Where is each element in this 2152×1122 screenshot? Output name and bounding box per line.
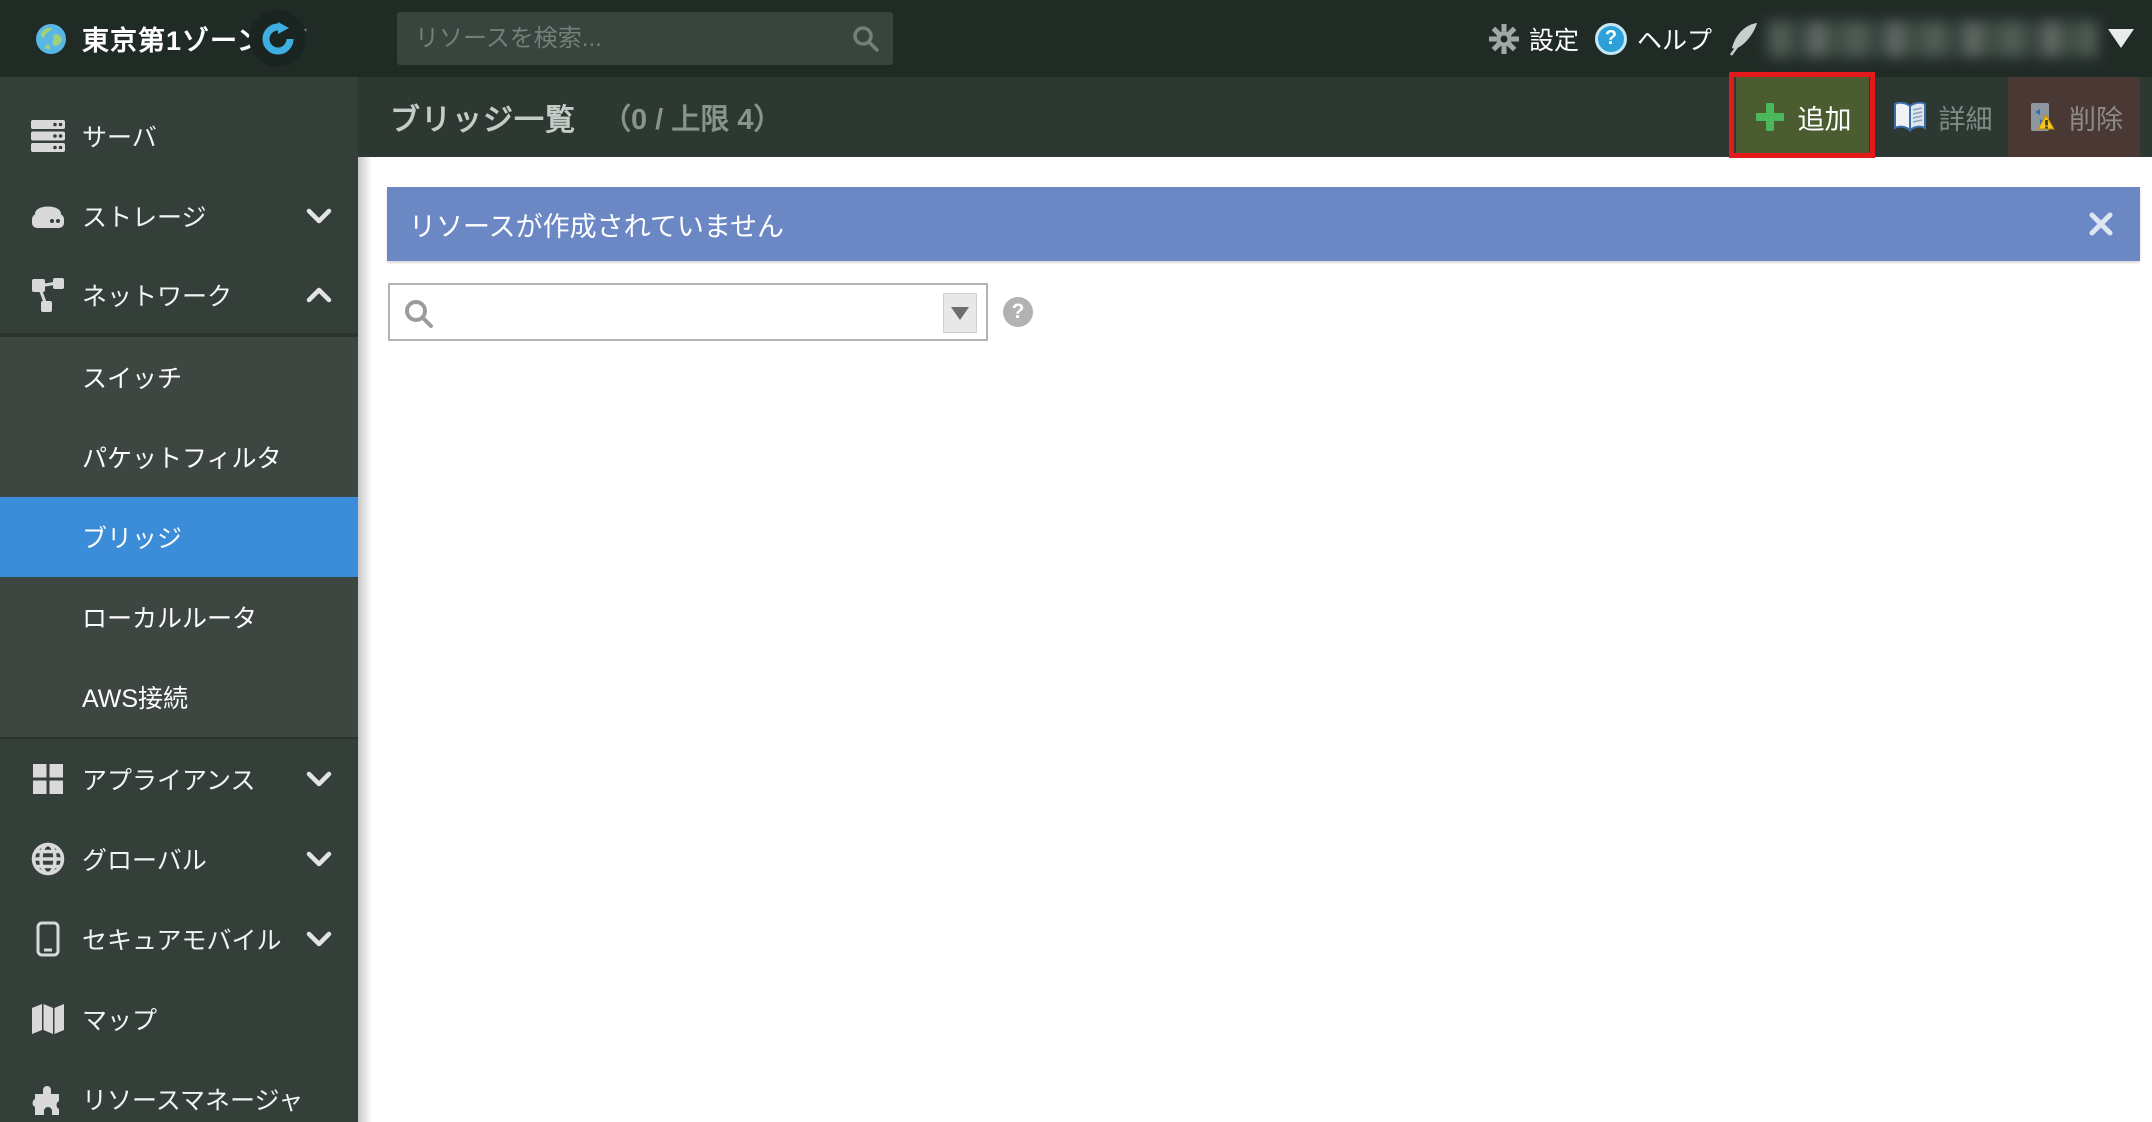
server-icon	[30, 119, 66, 153]
sidebar-item-storage[interactable]: ストレージ	[0, 176, 358, 256]
account-menu[interactable]	[1728, 20, 2134, 57]
delete-button-label: 削除	[2069, 104, 2123, 135]
sidebar-item-label: ブリッジ	[82, 525, 183, 553]
search-filter-dropdown-button[interactable]	[943, 293, 977, 333]
sidebar-item-global[interactable]: グローバル	[0, 819, 358, 899]
sidebar-item-label: AWS接続	[82, 685, 189, 713]
sidebar-item-label: スイッチ	[82, 365, 183, 393]
global-search-input[interactable]	[397, 12, 893, 65]
chevron-down-icon	[306, 930, 332, 948]
close-icon[interactable]	[2088, 211, 2114, 237]
sidebar-item-switch[interactable]: スイッチ	[0, 337, 358, 417]
help-button[interactable]: ? ヘルプ	[1594, 21, 1712, 57]
sidebar-item-bridge[interactable]: ブリッジ	[0, 497, 358, 577]
sidebar-item-local-router[interactable]: ローカルルータ	[0, 577, 358, 657]
puzzle-icon	[30, 1082, 66, 1116]
sidebar-item-label: グローバル	[82, 847, 207, 875]
map-icon	[30, 1003, 66, 1035]
gear-icon	[1488, 23, 1519, 54]
resource-filter-input[interactable]	[390, 285, 986, 339]
globe-emoji-icon	[35, 23, 67, 55]
book-icon	[1893, 102, 1927, 132]
search-icon	[852, 25, 880, 58]
sidebar-shadow	[358, 157, 372, 1122]
sidebar-item-map[interactable]: マップ	[0, 979, 358, 1059]
add-button[interactable]: 追加	[1736, 77, 1869, 157]
settings-label: 設定	[1528, 26, 1579, 55]
topbar: 東京第1ゾーン リソースを検索... 設定 ? ヘルプ	[0, 0, 2152, 77]
mobile-phone-icon	[30, 921, 66, 957]
sidebar-item-network[interactable]: ネットワーク	[0, 256, 358, 333]
account-dropdown-icon	[2108, 29, 2134, 48]
sidebar-item-label: ローカルルータ	[82, 605, 258, 633]
dropdown-triangle-icon	[951, 306, 969, 320]
sidebar-item-aws-connect[interactable]: AWS接続	[0, 657, 358, 737]
sidebar-item-resource-manager[interactable]: リソースマネージャ	[0, 1059, 358, 1122]
quill-icon	[1728, 22, 1758, 56]
detail-button-label: 詳細	[1938, 104, 1993, 135]
page-title: ブリッジ一覧	[390, 104, 576, 137]
sidebar-item-label: リソースマネージャ	[82, 1087, 304, 1115]
sidebar-item-label: セキュアモバイル	[82, 927, 282, 955]
sidebar-item-appliance[interactable]: アプライアンス	[0, 739, 358, 819]
page-header: ブリッジ一覧 （0 / 上限 4） 追加 詳細 削除	[358, 77, 2152, 157]
add-button-label: 追加	[1797, 104, 1852, 135]
plus-icon	[1754, 101, 1786, 133]
sidebar-item-label: パケットフィルタ	[82, 445, 282, 473]
resource-search-box	[388, 283, 988, 341]
detail-button[interactable]: 詳細	[1886, 77, 1999, 157]
sidebar-nav: サーバ ストレージ ネットワーク スイッチ パケットフィルタ ブリッジ ローカル…	[0, 77, 358, 1122]
search-help-button[interactable]: ?	[1003, 297, 1033, 327]
delete-warning-icon	[2025, 101, 2057, 133]
sidebar-item-packet-filter[interactable]: パケットフィルタ	[0, 417, 358, 497]
zone-name-label: 東京第1ゾーン	[82, 26, 265, 56]
account-name-redacted	[1768, 20, 2098, 57]
sidebar-item-label: ストレージ	[82, 204, 207, 232]
refresh-button[interactable]	[249, 10, 306, 67]
network-icon	[30, 277, 66, 312]
settings-button[interactable]: 設定	[1488, 21, 1579, 57]
search-icon	[404, 299, 434, 334]
notice-message: リソースが作成されていません	[409, 211, 785, 242]
resource-count: （0 / 上限 4）	[602, 104, 783, 136]
chevron-down-icon	[306, 850, 332, 868]
sidebar-item-secure-mobile[interactable]: セキュアモバイル	[0, 899, 358, 979]
main-content: リソースが作成されていません ?	[358, 157, 2152, 1122]
sidebar-item-label: マップ	[82, 1007, 158, 1035]
chevron-down-icon	[306, 207, 332, 225]
sidebar-item-label: サーバ	[82, 124, 157, 152]
delete-button[interactable]: 削除	[2008, 77, 2140, 157]
refresh-icon	[261, 21, 295, 56]
help-label: ヘルプ	[1636, 26, 1712, 55]
storage-icon	[30, 200, 66, 232]
sidebar-item-label: ネットワーク	[82, 282, 233, 311]
help-icon: ?	[1594, 22, 1627, 55]
topbar-right-cluster: 設定 ? ヘルプ	[1488, 0, 2134, 77]
appliance-grid-icon	[30, 763, 66, 795]
sidebar-item-server[interactable]: サーバ	[0, 96, 358, 176]
notice-banner: リソースが作成されていません	[387, 187, 2140, 261]
network-submenu: スイッチ パケットフィルタ ブリッジ ローカルルータ AWS接続	[0, 333, 358, 739]
sidebar-item-label: アプライアンス	[82, 767, 256, 795]
chevron-down-icon	[306, 770, 332, 788]
globe-icon	[30, 842, 66, 876]
chevron-up-icon	[306, 286, 332, 304]
sakura-cloud-console: 東京第1ゾーン リソースを検索... 設定 ? ヘルプ サーバ ストレージ ネッ…	[0, 0, 2152, 1122]
